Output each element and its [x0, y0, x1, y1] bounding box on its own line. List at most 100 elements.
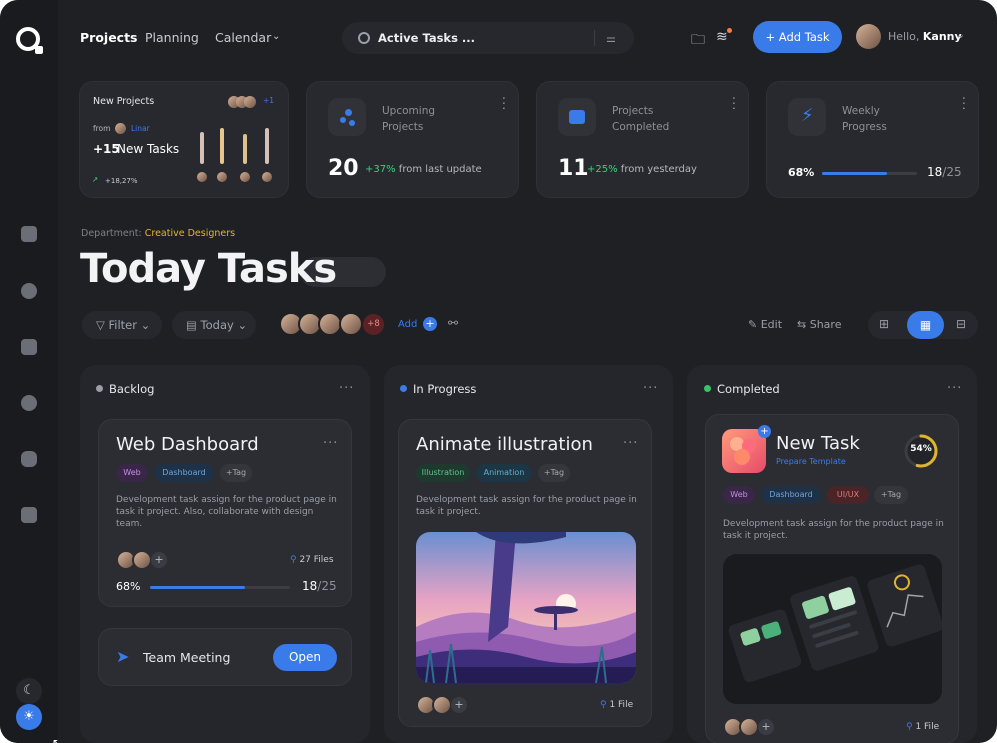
- add-assignee-icon[interactable]: +: [451, 697, 467, 713]
- tag[interactable]: UI/UX: [827, 486, 869, 504]
- tiles-view-icon[interactable]: ⊟: [956, 317, 966, 331]
- more-icon[interactable]: ···: [643, 381, 658, 396]
- tag[interactable]: Animation: [476, 464, 532, 482]
- file-icon[interactable]: [21, 226, 37, 242]
- add-tag-button[interactable]: +Tag: [220, 464, 252, 482]
- chevron-down-icon[interactable]: ⌄: [272, 31, 280, 42]
- add-tag-button[interactable]: +Tag: [874, 486, 908, 504]
- department-label: Department: Creative Designers: [81, 228, 236, 239]
- avatar: [217, 172, 227, 182]
- mail-icon[interactable]: [21, 507, 37, 523]
- avatar: [115, 123, 126, 134]
- nav-calendar[interactable]: Calendar: [215, 30, 271, 45]
- dashboard-screenshot-image: [723, 554, 942, 704]
- plus-icon[interactable]: +: [758, 425, 771, 438]
- chat-icon[interactable]: [21, 451, 37, 467]
- column-title: Backlog: [96, 382, 154, 396]
- tag[interactable]: Dashboard: [154, 464, 214, 482]
- user-avatar[interactable]: [856, 24, 881, 49]
- more-icon[interactable]: ···: [339, 381, 354, 396]
- app-window: ☾ ☀ Projects Planning Calendar ⌄ Active …: [0, 0, 997, 743]
- link-icon[interactable]: ⚯: [448, 316, 458, 330]
- filter-button[interactable]: ▽ Filter ⌄: [82, 311, 162, 339]
- task-title: New Task: [776, 433, 860, 454]
- folder-icon[interactable]: 🗀: [691, 29, 705, 53]
- grid-view-icon[interactable]: ⊞: [879, 317, 889, 331]
- bar-mark: [200, 132, 204, 164]
- avatar: [240, 172, 250, 182]
- weekly-progress-bar: [822, 172, 917, 175]
- more-members-badge[interactable]: +8: [361, 312, 386, 337]
- avatar: [244, 96, 256, 108]
- notification-dot: [727, 28, 732, 33]
- header: Projects Planning Calendar ⌄ Active Task…: [58, 0, 997, 75]
- more-icon[interactable]: ···: [725, 96, 740, 111]
- cursor-icon: ↖: [52, 736, 63, 743]
- more-icon[interactable]: ···: [947, 381, 962, 396]
- tag[interactable]: Illustration: [416, 464, 470, 482]
- bar-mark: [220, 128, 224, 164]
- folder-icon: [558, 98, 596, 136]
- tag[interactable]: Dashboard: [761, 486, 821, 504]
- more-icon[interactable]: ···: [495, 96, 510, 111]
- light-mode-toggle[interactable]: ☀: [16, 704, 42, 730]
- nodes-icon: [328, 98, 366, 136]
- meeting-card[interactable]: ➤ Team Meeting Open: [98, 628, 352, 686]
- dark-mode-toggle[interactable]: ☾: [16, 678, 42, 704]
- lightning-icon: ⚡: [788, 98, 826, 136]
- assignee-avatar[interactable]: [132, 550, 152, 570]
- today-button[interactable]: ▤ Today ⌄: [172, 311, 256, 339]
- nav-projects[interactable]: Projects: [80, 30, 138, 45]
- inbox-icon[interactable]: [21, 339, 37, 355]
- upcoming-projects-card[interactable]: Upcoming Projects ··· 20 +37% from last …: [306, 81, 519, 198]
- send-icon: ➤: [116, 647, 130, 666]
- more-icon[interactable]: ···: [955, 96, 970, 111]
- compass-icon[interactable]: [21, 283, 37, 299]
- bar-mark: [243, 134, 247, 164]
- more-icon[interactable]: ···: [623, 436, 638, 451]
- assignee-avatar[interactable]: [432, 695, 452, 715]
- search-input[interactable]: Active Tasks ...: [378, 31, 475, 45]
- member-avatar[interactable]: [339, 312, 363, 336]
- layers-icon[interactable]: ≋: [716, 29, 728, 45]
- open-button[interactable]: Open: [273, 644, 337, 671]
- greeting: Hello, Kanny: [888, 30, 962, 43]
- sidebar: ☾ ☀: [0, 0, 58, 743]
- funnel-icon: ▽: [96, 318, 109, 332]
- edit-button[interactable]: ✎ Edit: [748, 318, 782, 331]
- pen-icon: ✎: [748, 318, 761, 331]
- new-projects-card[interactable]: New Projects +1 from Linar +15 New Tasks…: [79, 81, 289, 198]
- more-icon[interactable]: ···: [323, 436, 338, 451]
- task-card-animate-illustration[interactable]: Animate illustration ··· Illustration An…: [398, 419, 652, 727]
- add-tag-button[interactable]: +Tag: [538, 464, 570, 482]
- nav-planning[interactable]: Planning: [145, 30, 199, 45]
- projects-completed-card[interactable]: Projects Completed ··· 11 +25% from yest…: [536, 81, 749, 198]
- calendar-icon: ▤: [186, 318, 201, 332]
- search-bar[interactable]: Active Tasks ... ⚌: [342, 22, 634, 54]
- task-card-new-task[interactable]: + New Task Prepare Template 54% Web Dash…: [705, 414, 959, 743]
- weekly-progress-card[interactable]: ⚡ Weekly Progress ··· 68% 18/25: [766, 81, 979, 198]
- add-assignee-icon[interactable]: +: [151, 552, 167, 568]
- backlog-column: Backlog ··· Web Dashboard ··· Web Dashbo…: [80, 365, 370, 743]
- share-button[interactable]: ⇆ Share: [797, 318, 841, 331]
- add-task-button[interactable]: + Add Task: [753, 21, 842, 53]
- avatar: [262, 172, 272, 182]
- trend-icon: ↗: [92, 175, 99, 184]
- add-member-button[interactable]: Add: [398, 319, 417, 330]
- pie-chart-icon[interactable]: [21, 395, 37, 411]
- task-title: Web Dashboard: [116, 434, 259, 455]
- board-view-icon[interactable]: ▦: [907, 311, 944, 339]
- add-assignee-icon[interactable]: +: [758, 719, 774, 735]
- share-icon: ⇆: [797, 318, 810, 331]
- tag[interactable]: Web: [116, 464, 148, 482]
- assignee-avatar[interactable]: [739, 717, 759, 737]
- in-progress-column: In Progress ··· Animate illustration ···…: [384, 365, 673, 743]
- plus-icon[interactable]: +: [423, 317, 437, 331]
- sliders-icon[interactable]: ⚌: [606, 32, 616, 45]
- chevron-down-icon[interactable]: ⌄: [956, 28, 965, 41]
- tag[interactable]: Web: [723, 486, 755, 504]
- bar-mark: [265, 128, 269, 164]
- logo-icon[interactable]: [16, 27, 43, 54]
- progress-ring: 54%: [903, 433, 939, 469]
- task-card-web-dashboard[interactable]: Web Dashboard ··· Web Dashboard +Tag Dev…: [98, 419, 352, 607]
